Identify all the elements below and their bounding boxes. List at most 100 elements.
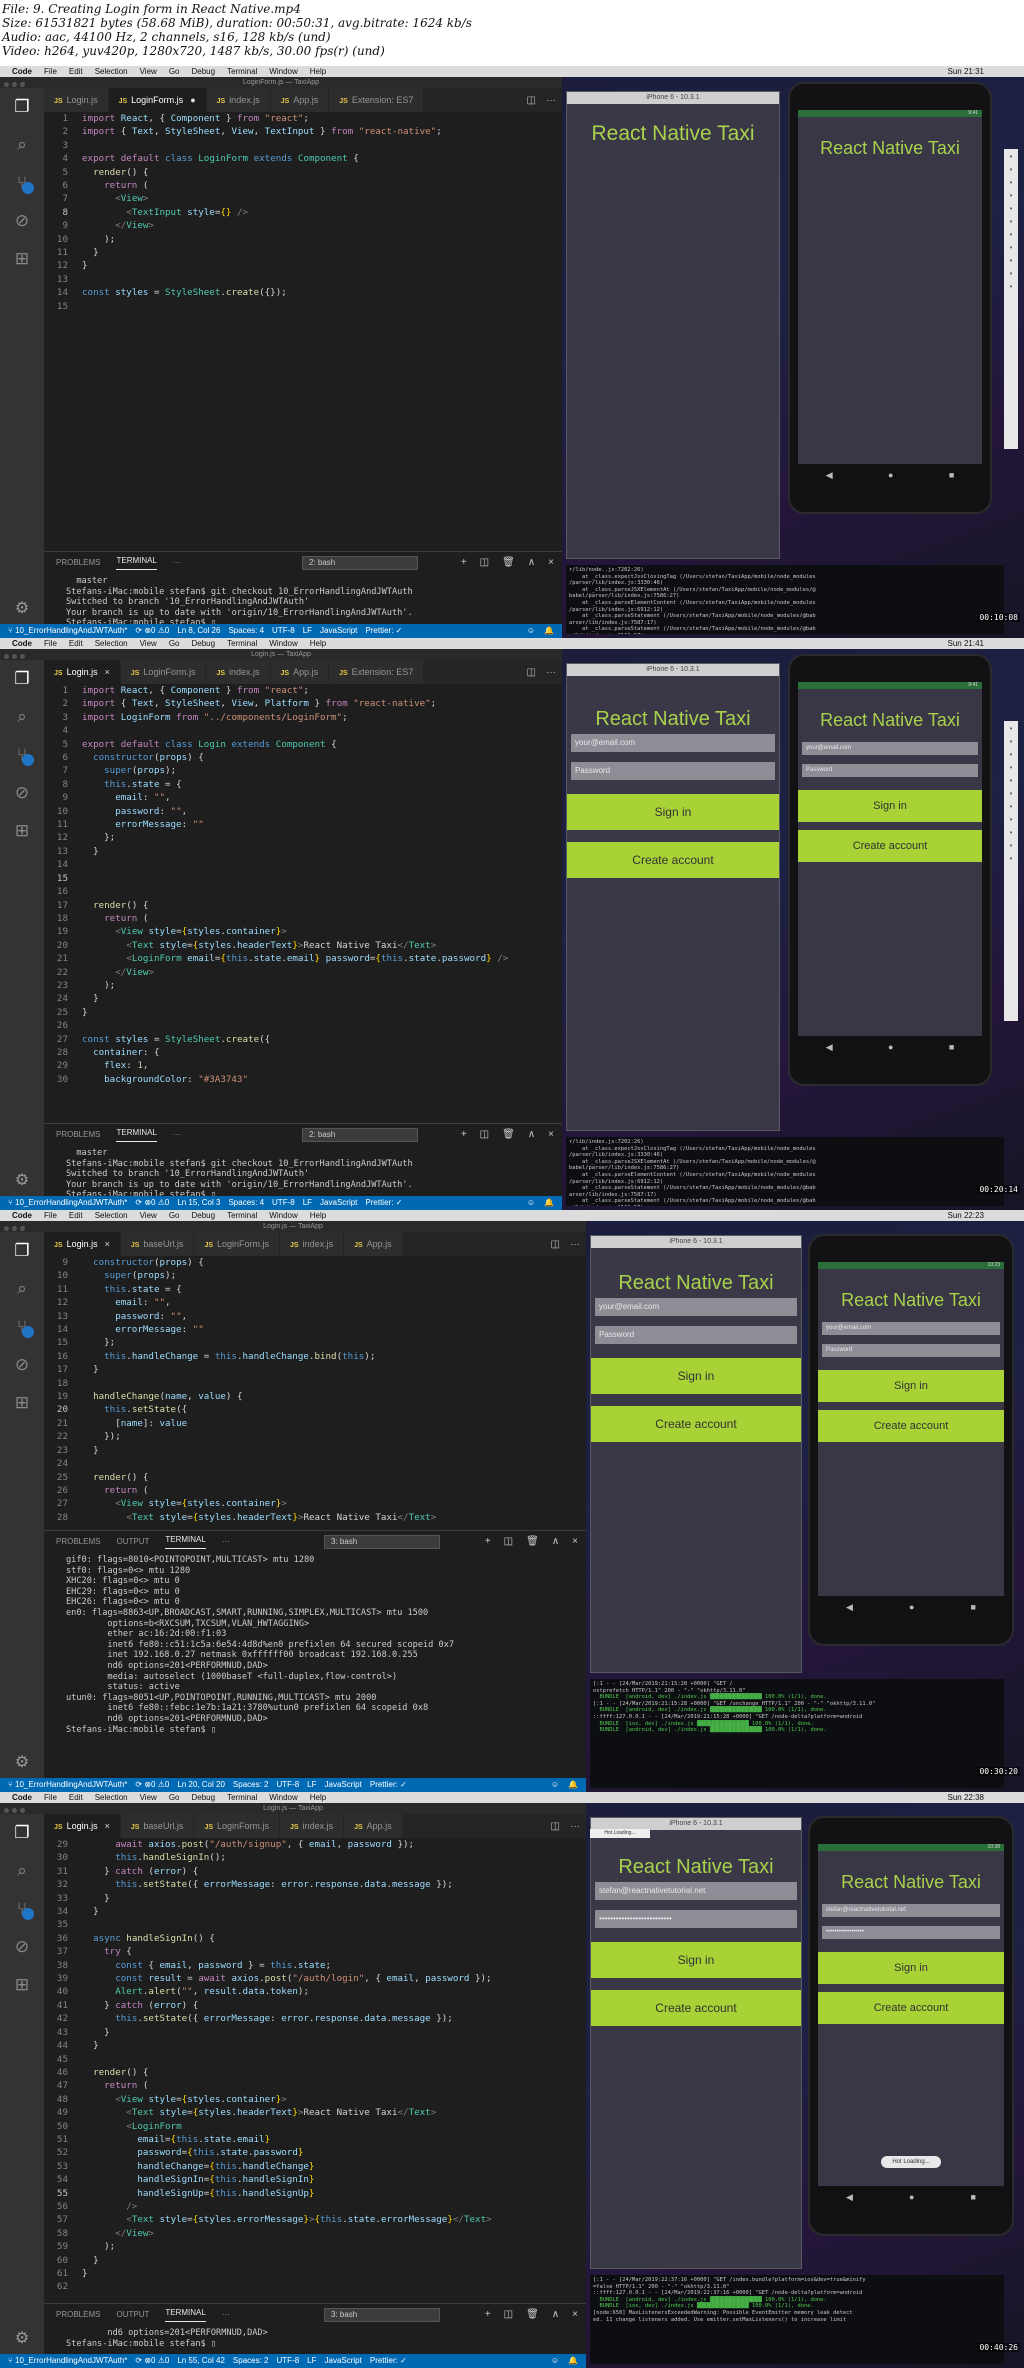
menu-item-file[interactable]: File	[44, 66, 57, 77]
android-sign-in-button[interactable]: Sign in	[818, 1370, 1004, 1402]
rotate-left-icon[interactable]: •	[1006, 191, 1016, 201]
extensions-icon[interactable]: ⊞	[0, 1966, 44, 2004]
android-create-account-button[interactable]: Create account	[818, 1992, 1004, 2024]
unsaved-dot-icon[interactable]: ●	[190, 95, 195, 105]
status-position[interactable]: Ln 20, Col 20	[177, 1778, 225, 1792]
kill-terminal-icon[interactable]: 🗑	[502, 557, 515, 569]
more-actions-icon[interactable]: ···	[570, 1821, 580, 1832]
status-language[interactable]: JavaScript	[320, 1196, 357, 1210]
more-icon[interactable]: •	[1006, 282, 1016, 292]
android-email-input[interactable]: your@email.com	[802, 742, 978, 755]
status-language[interactable]: JavaScript	[325, 2354, 362, 2368]
menu-item-help[interactable]: Help	[310, 1210, 326, 1221]
status-indent[interactable]: Spaces: 4	[228, 624, 264, 638]
search-icon[interactable]: ⌕	[0, 698, 44, 736]
panel-more-icon[interactable]: ···	[173, 1130, 181, 1141]
tab-index-js[interactable]: JS index.js	[206, 660, 271, 684]
tab-baseurl-js[interactable]: JS baseUrl.js	[120, 1232, 195, 1256]
back-icon[interactable]: ◀	[826, 1042, 833, 1053]
status-indent[interactable]: Spaces: 4	[228, 1196, 264, 1210]
close-panel-icon[interactable]: ×	[548, 557, 554, 569]
menu-app-name[interactable]: Code	[12, 1792, 32, 1803]
status-eol[interactable]: LF	[303, 624, 312, 638]
status-branch[interactable]: ⑂ 10_ErrorHandlingAndJWTAuth*	[8, 1778, 127, 1792]
recents-icon[interactable]: ■	[949, 1042, 954, 1052]
status-eol[interactable]: LF	[307, 2354, 316, 2368]
new-terminal-icon[interactable]: +	[485, 1536, 491, 1548]
zoom-icon[interactable]: •	[1006, 802, 1016, 812]
smiley-icon[interactable]: ☺	[551, 2354, 559, 2368]
android-password-input[interactable]: Password	[822, 1344, 1000, 1357]
panel-more-icon[interactable]: ···	[222, 2310, 230, 2321]
panel-tab-terminal[interactable]: TERMINAL	[165, 2308, 206, 2322]
terminal-output[interactable]: gif0: flags=8010<POINTOPOINT,MULTICAST> …	[44, 1553, 586, 1735]
panel-tab-output[interactable]: OUTPUT	[116, 1537, 149, 1548]
status-eol[interactable]: LF	[303, 1196, 312, 1210]
overview-icon[interactable]: •	[1006, 841, 1016, 851]
status-encoding[interactable]: UTF-8	[276, 2354, 299, 2368]
status-prettier[interactable]: Prettier: ✓	[370, 2354, 407, 2368]
kill-terminal-icon[interactable]: 🗑	[526, 2309, 539, 2321]
maximize-panel-icon[interactable]: ∧	[552, 1536, 559, 1548]
menu-item-debug[interactable]: Debug	[191, 1210, 215, 1221]
debug-icon[interactable]: ⊘	[0, 202, 44, 240]
settings-gear-icon[interactable]: ⚙	[0, 2328, 44, 2348]
home-icon[interactable]: ●	[888, 470, 893, 480]
more-icon[interactable]: •	[1006, 854, 1016, 864]
sync-icon[interactable]: ⟳ ⊗0 ⚠0	[135, 1196, 169, 1210]
status-position[interactable]: Ln 8, Col 26	[177, 624, 220, 638]
code-editor[interactable]: 29 await axios.post("/auth/signup", { em…	[44, 1838, 586, 2294]
zoom-icon[interactable]: •	[1006, 230, 1016, 240]
recents-icon[interactable]: ■	[949, 470, 954, 480]
code-editor[interactable]: 9 constructor(props) {10 super(props); 11…	[44, 1256, 586, 1524]
email-input[interactable]: your@email.com	[571, 734, 775, 752]
bell-icon[interactable]: 🔔	[544, 1196, 554, 1210]
home-icon[interactable]: ●	[909, 2192, 914, 2202]
extensions-icon[interactable]: ⊞	[0, 240, 44, 278]
rotate-left-icon[interactable]: •	[1006, 763, 1016, 773]
tab-login-js[interactable]: JS Login.js	[44, 88, 109, 112]
tab-extension-es7[interactable]: JS Extension: ES7	[329, 88, 425, 112]
android-create-account-button[interactable]: Create account	[798, 830, 982, 862]
search-icon[interactable]: ⌕	[0, 1852, 44, 1890]
terminal-output[interactable]: master Stefans-iMac:mobile stefan$ git ch…	[44, 574, 562, 629]
terminal-select[interactable]: 2: bash	[302, 555, 418, 571]
tab-app-js[interactable]: JS App.js	[344, 1814, 403, 1838]
menu-item-selection[interactable]: Selection	[95, 66, 128, 77]
status-prettier[interactable]: Prettier: ✓	[365, 624, 402, 638]
sync-icon[interactable]: ⟳ ⊗0 ⚠0	[135, 1778, 169, 1792]
menu-item-debug[interactable]: Debug	[191, 66, 215, 77]
status-prettier[interactable]: Prettier: ✓	[370, 1778, 407, 1792]
sync-icon[interactable]: ⟳ ⊗0 ⚠0	[135, 624, 169, 638]
menu-item-edit[interactable]: Edit	[69, 1210, 83, 1221]
tab-app-js[interactable]: JS App.js	[344, 1232, 403, 1256]
rotate-right-icon[interactable]: •	[1006, 776, 1016, 786]
source-control-icon[interactable]: ⑂	[0, 736, 44, 774]
status-language[interactable]: JavaScript	[320, 624, 357, 638]
menu-item-edit[interactable]: Edit	[69, 1792, 83, 1803]
power-icon[interactable]: •	[1006, 724, 1016, 734]
panel-more-icon[interactable]: ···	[222, 1537, 230, 1548]
panel-tab-problems[interactable]: PROBLEMS	[56, 1130, 100, 1141]
maximize-panel-icon[interactable]: ∧	[528, 1129, 535, 1141]
debug-icon[interactable]: ⊘	[0, 1346, 44, 1384]
power-icon[interactable]: •	[1006, 152, 1016, 162]
split-editor-icon[interactable]: ◫	[527, 667, 536, 678]
rotate-right-icon[interactable]: •	[1006, 204, 1016, 214]
tab-loginform-js[interactable]: JS LoginForm.js	[194, 1814, 281, 1838]
smiley-icon[interactable]: ☺	[527, 624, 535, 638]
menu-item-terminal[interactable]: Terminal	[227, 1792, 257, 1803]
close-panel-icon[interactable]: ×	[572, 2309, 578, 2321]
split-terminal-icon[interactable]: ◫	[504, 1536, 513, 1548]
android-email-input[interactable]: your@email.com	[822, 1322, 1000, 1335]
back-icon[interactable]: •	[1006, 815, 1016, 825]
bell-icon[interactable]: 🔔	[568, 2354, 578, 2368]
panel-tab-problems[interactable]: PROBLEMS	[56, 1537, 100, 1548]
close-tab-icon[interactable]: ×	[105, 1239, 110, 1249]
status-prettier[interactable]: Prettier: ✓	[365, 1196, 402, 1210]
recents-icon[interactable]: ■	[971, 1602, 976, 1612]
settings-gear-icon[interactable]: ⚙	[0, 598, 44, 618]
status-indent[interactable]: Spaces: 2	[233, 2354, 269, 2368]
kill-terminal-icon[interactable]: 🗑	[526, 1536, 539, 1548]
tab-login-js[interactable]: JS Login.js ×	[44, 1232, 121, 1256]
